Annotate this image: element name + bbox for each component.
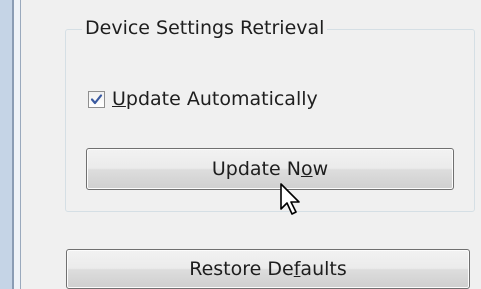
- accelerator-key: U: [112, 88, 126, 110]
- update-automatically-label[interactable]: Update Automatically: [112, 87, 318, 111]
- update-automatically-checkbox[interactable]: [88, 90, 105, 108]
- accelerator-key: f: [293, 258, 301, 280]
- accelerator-key: o: [300, 158, 313, 180]
- window-frame-edge: [0, 0, 12, 289]
- checkmark-icon: [90, 93, 103, 104]
- update-automatically-row[interactable]: Update Automatically: [88, 86, 318, 112]
- arrow-cursor-icon: [280, 183, 300, 215]
- button-label-part: Update N: [211, 158, 301, 180]
- label-text: pdate Automatically: [125, 88, 318, 110]
- restore-defaults-button[interactable]: Restore De f aults: [66, 249, 470, 289]
- groupbox-title: Device Settings Retrieval: [82, 16, 328, 40]
- button-label-part: Restore De: [189, 258, 294, 280]
- update-now-button[interactable]: Update Now: [86, 148, 454, 190]
- button-label-part: aults: [300, 258, 347, 280]
- button-label-part: w: [312, 158, 329, 180]
